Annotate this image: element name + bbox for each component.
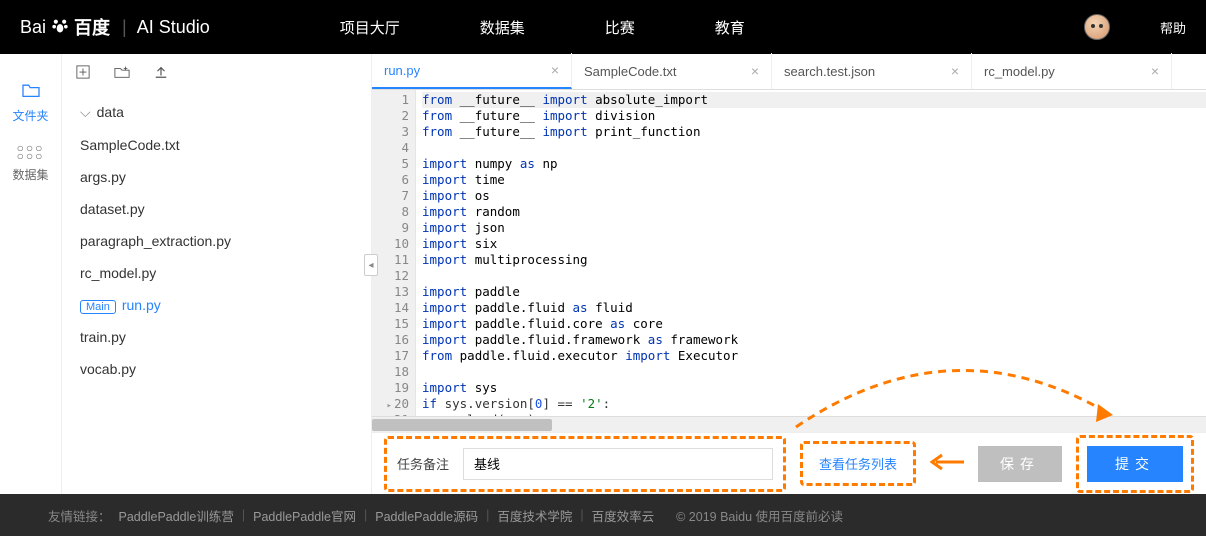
bottom-bar: 任务备注 查看任务列表 保存 提交: [372, 432, 1206, 494]
baidu-cn: 百度: [74, 14, 110, 40]
logo-divider: |: [122, 17, 127, 38]
file-item[interactable]: rc_model.py: [62, 257, 371, 289]
file-item[interactable]: SampleCode.txt: [62, 129, 371, 161]
close-icon[interactable]: ×: [1151, 63, 1159, 79]
studio-text: AI Studio: [137, 17, 210, 38]
nav-contest[interactable]: 比赛: [605, 17, 635, 38]
editor-area: ◂ run.py× SampleCode.txt× search.test.js…: [372, 54, 1206, 494]
file-panel: ⌵data SampleCode.txt args.py dataset.py …: [62, 54, 372, 494]
file-item[interactable]: paragraph_extraction.py: [62, 225, 371, 257]
arrow-left-icon: [930, 453, 964, 474]
add-file-icon[interactable]: [76, 65, 90, 83]
remark-label: 任务备注: [397, 454, 449, 473]
upload-icon[interactable]: [154, 65, 168, 83]
footer-link[interactable]: 百度技术学院: [497, 506, 572, 525]
save-button[interactable]: 保存: [978, 446, 1062, 482]
tab-sample[interactable]: SampleCode.txt×: [572, 53, 772, 89]
footer-link[interactable]: 百度效率云: [592, 506, 655, 525]
left-rail: 文件夹 ○○○○○○ 数据集: [0, 54, 62, 494]
footer-copy: © 2019 Baidu 使用百度前必读: [676, 506, 843, 525]
grid-icon: ○○○○○○: [0, 144, 61, 160]
close-icon[interactable]: ×: [951, 63, 959, 79]
file-list: ⌵data SampleCode.txt args.py dataset.py …: [62, 94, 371, 387]
rail-dataset[interactable]: ○○○○○○ 数据集: [0, 134, 61, 193]
rail-files[interactable]: 文件夹: [0, 72, 61, 134]
chevron-down-icon: ⌵: [80, 104, 91, 120]
code-editor[interactable]: 123456789101112131415161718192021222324 …: [372, 90, 1206, 416]
folder-data[interactable]: ⌵data: [62, 96, 371, 129]
remark-group: 任务备注: [384, 436, 786, 492]
nav-edu[interactable]: 教育: [715, 17, 745, 38]
new-folder-icon[interactable]: [114, 65, 130, 83]
close-icon[interactable]: ×: [551, 62, 559, 78]
scrollbar-thumb[interactable]: [372, 419, 552, 431]
rail-files-label: 文件夹: [0, 107, 61, 124]
code-body[interactable]: from __future__ import absolute_importfr…: [416, 90, 1206, 416]
file-item[interactable]: vocab.py: [62, 353, 371, 385]
view-tasks-link[interactable]: 查看任务列表: [819, 457, 897, 472]
submit-button[interactable]: 提交: [1087, 446, 1183, 482]
help-link[interactable]: 帮助: [1160, 18, 1186, 37]
nav-dataset[interactable]: 数据集: [480, 17, 525, 38]
submit-group: 提交: [1076, 435, 1194, 493]
view-tasks-group: 查看任务列表: [800, 441, 916, 486]
nav-right: 帮助: [1084, 14, 1186, 40]
folder-icon: [0, 82, 61, 103]
tab-search[interactable]: search.test.json×: [772, 53, 972, 89]
line-gutter: 123456789101112131415161718192021222324: [372, 90, 416, 416]
footer: 友情链接： PaddlePaddle训练营| PaddlePaddle官网| P…: [0, 494, 1206, 536]
remark-input[interactable]: [463, 448, 773, 480]
footer-link[interactable]: PaddlePaddle官网: [253, 506, 356, 525]
file-run-py[interactable]: Mainrun.py: [62, 289, 371, 321]
file-item[interactable]: dataset.py: [62, 193, 371, 225]
collapse-handle[interactable]: ◂: [364, 254, 378, 276]
h-scrollbar[interactable]: [372, 416, 1206, 432]
nav-lobby[interactable]: 项目大厅: [340, 17, 400, 38]
footer-link[interactable]: PaddlePaddle训练营: [119, 506, 234, 525]
rail-dataset-label: 数据集: [0, 166, 61, 183]
tab-rcmodel[interactable]: rc_model.py×: [972, 53, 1172, 89]
tab-run-py[interactable]: run.py×: [372, 53, 572, 89]
tabs: run.py× SampleCode.txt× search.test.json…: [372, 54, 1206, 90]
baidu-text: Bai: [20, 17, 46, 38]
footer-prefix: 友情链接：: [48, 506, 111, 525]
logo[interactable]: Bai 百度 | AI Studio: [20, 14, 210, 40]
nav-items: 项目大厅 数据集 比赛 教育: [340, 17, 745, 38]
main-chip: Main: [80, 300, 116, 314]
main: 文件夹 ○○○○○○ 数据集 ⌵data SampleCode.txt args…: [0, 54, 1206, 494]
file-toolbar: [62, 54, 371, 94]
footer-link[interactable]: PaddlePaddle源码: [375, 506, 478, 525]
top-nav: Bai 百度 | AI Studio 项目大厅 数据集 比赛 教育 帮助: [0, 0, 1206, 54]
avatar[interactable]: [1084, 14, 1110, 40]
paw-icon: [50, 15, 70, 40]
close-icon[interactable]: ×: [751, 63, 759, 79]
file-item[interactable]: train.py: [62, 321, 371, 353]
file-item[interactable]: args.py: [62, 161, 371, 193]
